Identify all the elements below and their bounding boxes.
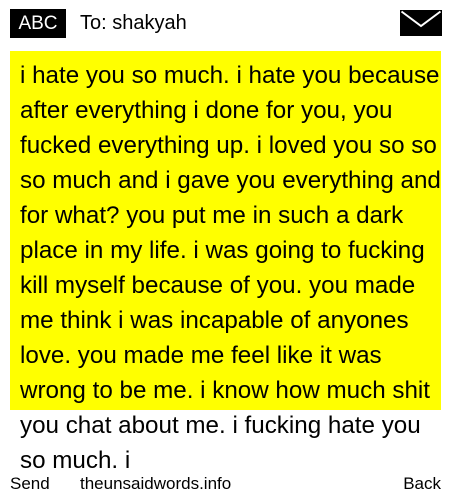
softkey-bar: Send theunsaidwords.info Back	[0, 470, 450, 500]
envelope-icon	[400, 10, 442, 36]
input-mode-indicator[interactable]: ABC	[10, 9, 66, 38]
site-watermark: theunsaidwords.info	[80, 474, 232, 493]
message-body[interactable]: i hate you so much. i hate you because a…	[20, 58, 444, 478]
back-softkey[interactable]: Back	[403, 471, 441, 497]
recipient-field[interactable]: To: shakyah	[80, 11, 187, 35]
send-softkey[interactable]: Send	[10, 471, 50, 497]
